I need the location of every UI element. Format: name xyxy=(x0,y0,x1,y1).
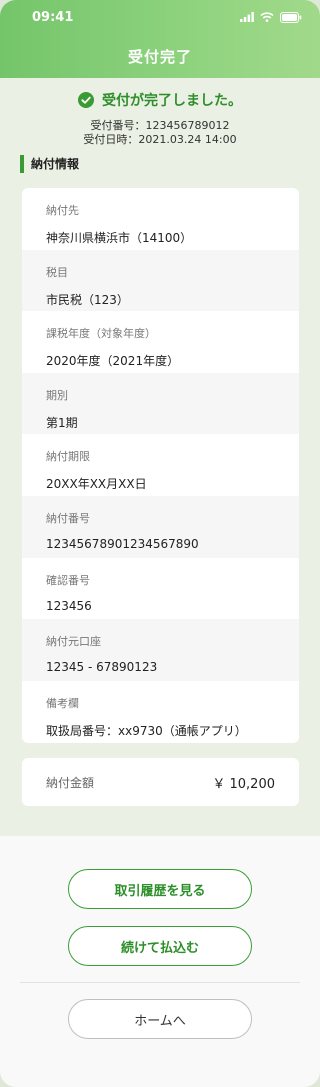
status-icons xyxy=(240,11,302,23)
completion-message: 受付が完了しました。 xyxy=(0,90,320,110)
action-area: 取引履歴を見る 続けて払込む ホームへ xyxy=(0,836,320,1087)
app-screen: 09:41 受付完了 受付が完了しました。 受付番号：123456789012 … xyxy=(0,0,320,1087)
detail-value: 123456 xyxy=(46,598,92,613)
section-title: 納付情報 xyxy=(20,155,79,173)
detail-value: 2020年度（2021年度） xyxy=(46,354,180,369)
detail-label: 納付先 xyxy=(46,204,79,217)
detail-label: 納付元口座 xyxy=(46,635,101,649)
detail-value: 取扱局番号：xx9730（通帳アプリ） xyxy=(46,723,247,738)
detail-value: 20XX年XX月XX日 xyxy=(46,477,147,492)
payment-details-card: 納付先 神奈川県横浜市（14100） 税目 市民税（123） 課税年度（対象年度… xyxy=(22,188,299,743)
detail-label: 税目 xyxy=(46,265,68,279)
detail-value: 神奈川県横浜市（14100） xyxy=(46,231,193,245)
detail-row: 税目 市民税（123） xyxy=(22,249,299,312)
total-label: 納付金額 xyxy=(46,775,95,790)
detail-row: 確認番号 123456 xyxy=(22,558,299,620)
detail-row: 期別 第1期 xyxy=(22,372,299,435)
receipt-datetime: 受付日時：2021.03.24 14:00 xyxy=(83,133,237,146)
detail-row: 納付番号 12345678901234567890 xyxy=(22,495,299,558)
detail-row: 課税年度（対象年度） 2020年度（2021年度） xyxy=(22,311,299,373)
detail-label: 確認番号 xyxy=(46,573,90,587)
status-bar: 09:41 xyxy=(0,0,320,34)
detail-value: 12345678901234567890 xyxy=(46,536,199,551)
detail-value: 市民税（123） xyxy=(46,292,129,307)
detail-label: 納付期限 xyxy=(46,450,90,464)
page-title: 受付完了 xyxy=(127,48,192,66)
check-circle-icon xyxy=(78,92,94,108)
signal-icon xyxy=(240,12,254,22)
battery-icon xyxy=(280,11,302,23)
total-value: ￥ 10,200 xyxy=(212,776,275,792)
detail-row: 納付先 神奈川県横浜市（14100） xyxy=(22,188,299,250)
total-amount-card: 納付金額 ￥ 10,200 xyxy=(22,758,299,806)
detail-value: 12345 - 67890123 xyxy=(46,660,158,675)
detail-label: 納付番号 xyxy=(46,511,90,525)
header: 09:41 受付完了 xyxy=(0,0,320,78)
detail-row: 納付期限 20XX年XX月XX日 xyxy=(22,434,299,496)
transaction-history-button[interactable]: 取引履歴を見る xyxy=(68,869,252,909)
detail-row: 納付元口座 12345 - 67890123 xyxy=(22,619,299,681)
detail-label: 備考欄 xyxy=(46,696,79,710)
divider xyxy=(20,982,300,983)
continue-payment-button[interactable]: 続けて払込む xyxy=(68,926,252,966)
detail-label: 課税年度（対象年度） xyxy=(46,327,156,341)
detail-label: 期別 xyxy=(46,388,68,402)
home-button[interactable]: ホームへ xyxy=(68,999,252,1039)
detail-value: 第1期 xyxy=(46,415,78,430)
wifi-icon xyxy=(260,12,274,22)
status-time: 09:41 xyxy=(32,9,74,25)
detail-row: 備考欄 取扱局番号：xx9730（通帳アプリ） xyxy=(22,681,299,743)
completion-text: 受付が完了しました。 xyxy=(102,93,242,109)
